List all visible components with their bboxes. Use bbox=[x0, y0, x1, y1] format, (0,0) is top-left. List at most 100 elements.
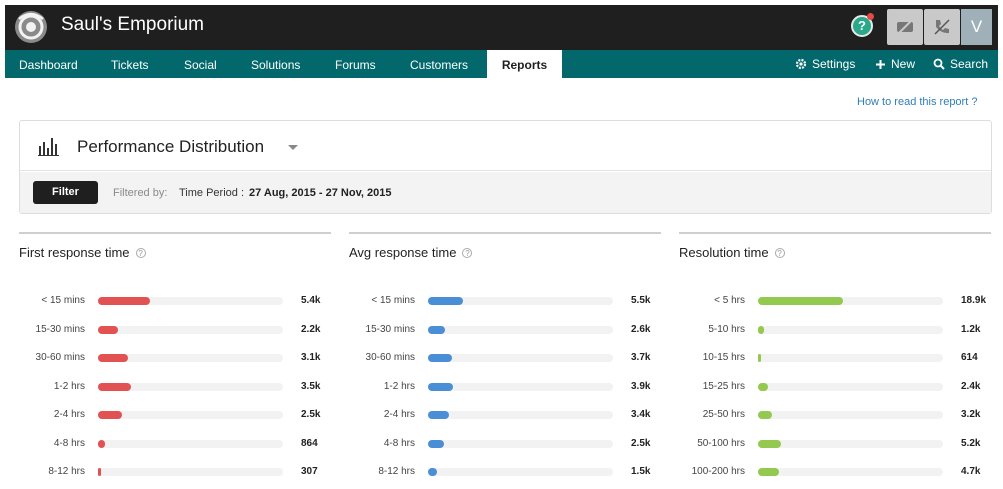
row-label: 1-2 hrs bbox=[383, 380, 415, 392]
plus-icon bbox=[876, 60, 885, 69]
bar-track[interactable] bbox=[428, 382, 613, 391]
tab-reports[interactable]: Reports bbox=[487, 50, 562, 78]
row-value: 1.5k bbox=[631, 466, 651, 477]
row-label: 15-30 mins bbox=[365, 323, 415, 335]
row-value: 3.7k bbox=[631, 352, 651, 363]
row-value: 2.5k bbox=[631, 437, 651, 449]
bar-track[interactable] bbox=[758, 439, 943, 448]
bar-track[interactable] bbox=[758, 325, 943, 334]
row-value: 3.4k bbox=[631, 409, 651, 420]
metric-title: Resolution time? bbox=[679, 245, 785, 260]
row-label: < 5 hrs bbox=[714, 295, 745, 306]
user-avatar[interactable]: V bbox=[961, 9, 992, 45]
bar-fill bbox=[428, 411, 449, 419]
tab-social[interactable]: Social bbox=[184, 50, 217, 78]
metric-row: 4-8 hrs 864 bbox=[19, 438, 331, 450]
row-value: 2.5k bbox=[301, 409, 321, 420]
row-label: 30-60 mins bbox=[365, 352, 415, 363]
metric-row: 50-100 hrs 5.2k bbox=[679, 438, 991, 450]
bar-track[interactable] bbox=[758, 411, 943, 419]
ticket-off-icon bbox=[897, 19, 913, 35]
metric-title-text: First response time bbox=[19, 245, 130, 260]
metric-row: 4-8 hrs 2.5k bbox=[349, 438, 661, 450]
row-value: 2.2k bbox=[301, 323, 321, 335]
row-label: 2-4 hrs bbox=[53, 409, 85, 420]
row-value: 3.1k bbox=[301, 352, 321, 363]
bar-track[interactable] bbox=[428, 297, 613, 305]
first-response-column: First response time? < 15 mins 5.4k 15-30 … bbox=[19, 232, 331, 489]
new-label: New bbox=[891, 57, 916, 71]
row-label: 15-30 mins bbox=[35, 323, 85, 335]
row-value: 2.6k bbox=[631, 323, 651, 335]
tab-dashboard[interactable]: Dashboard bbox=[19, 50, 78, 78]
bar-fill bbox=[98, 411, 122, 419]
metric-row: 25-50 hrs 3.2k bbox=[679, 409, 991, 421]
row-label: 100-200 hrs bbox=[691, 466, 745, 477]
bar-fill bbox=[428, 439, 444, 448]
filter-button[interactable]: Filter bbox=[33, 181, 98, 204]
bar-track[interactable] bbox=[98, 297, 283, 305]
no-ticket-tool-button[interactable] bbox=[887, 9, 923, 45]
settings-label: Settings bbox=[812, 57, 856, 71]
gear-icon bbox=[795, 58, 807, 70]
bar-track[interactable] bbox=[98, 439, 283, 448]
bar-track[interactable] bbox=[758, 382, 943, 391]
settings-button[interactable]: Settings bbox=[795, 50, 855, 78]
bar-fill bbox=[758, 382, 768, 391]
main-nav: Dashboard Tickets Social Solutions Forum… bbox=[5, 50, 998, 78]
row-value: 3.5k bbox=[301, 380, 321, 392]
info-icon[interactable]: ? bbox=[462, 248, 473, 258]
metric-row: 8-12 hrs 307 bbox=[19, 466, 331, 478]
row-label: 50-100 hrs bbox=[697, 437, 745, 449]
brand-logo-icon[interactable] bbox=[13, 9, 49, 45]
bar-track[interactable] bbox=[428, 354, 613, 362]
notification-dot bbox=[867, 13, 874, 20]
bar-fill bbox=[758, 297, 843, 305]
bar-track[interactable] bbox=[98, 411, 283, 419]
bar-track[interactable] bbox=[758, 354, 943, 362]
bar-fill bbox=[98, 382, 131, 391]
tab-tickets[interactable]: Tickets bbox=[111, 50, 149, 78]
search-label: Search bbox=[950, 57, 989, 71]
bar-track[interactable] bbox=[98, 354, 283, 362]
tab-solutions[interactable]: Solutions bbox=[251, 50, 300, 78]
tab-forums[interactable]: Forums bbox=[335, 50, 376, 78]
metric-row: < 5 hrs 18.9k bbox=[679, 295, 991, 307]
bar-track[interactable] bbox=[98, 325, 283, 334]
bar-track[interactable] bbox=[758, 468, 943, 476]
metric-title: First response time? bbox=[19, 245, 146, 260]
filtered-by-label: Filtered by: bbox=[113, 187, 168, 199]
tab-customers[interactable]: Customers bbox=[410, 50, 468, 78]
row-value: 864 bbox=[301, 437, 318, 449]
report-title[interactable]: Performance Distribution bbox=[77, 137, 264, 157]
bar-track[interactable] bbox=[428, 439, 613, 448]
bar-track[interactable] bbox=[428, 468, 613, 476]
new-button[interactable]: New bbox=[875, 50, 915, 78]
bar-track[interactable] bbox=[428, 411, 613, 419]
bar-fill bbox=[98, 354, 128, 362]
metric-row: 1-2 hrs 3.9k bbox=[349, 381, 661, 393]
bar-fill bbox=[758, 468, 779, 476]
row-value: 1.2k bbox=[961, 323, 981, 335]
phone-off-icon bbox=[934, 19, 950, 35]
no-phone-tool-button[interactable] bbox=[924, 9, 960, 45]
bar-track[interactable] bbox=[98, 382, 283, 391]
metric-row: 2-4 hrs 3.4k bbox=[349, 409, 661, 421]
row-label: 4-8 hrs bbox=[53, 437, 85, 449]
info-icon[interactable]: ? bbox=[135, 248, 146, 258]
avg-response-column: Avg response time? < 15 mins 5.5k 15-30 mi… bbox=[349, 232, 661, 489]
row-label: < 15 mins bbox=[41, 295, 85, 306]
bar-track[interactable] bbox=[428, 325, 613, 334]
info-icon[interactable]: ? bbox=[774, 248, 785, 258]
row-label: 1-2 hrs bbox=[53, 380, 85, 392]
bar-track[interactable] bbox=[98, 468, 283, 476]
chevron-down-icon[interactable] bbox=[288, 145, 298, 150]
bar-track[interactable] bbox=[758, 297, 943, 305]
row-label: 8-12 hrs bbox=[378, 466, 415, 477]
resolution-column: Resolution time? < 5 hrs 18.9k 5-10 hrs 1.2… bbox=[679, 232, 991, 489]
report-panel: Performance Distribution Filter Filtered… bbox=[19, 120, 992, 214]
search-icon bbox=[933, 58, 945, 70]
search-button[interactable]: Search bbox=[933, 50, 988, 78]
row-label: 5-10 hrs bbox=[708, 323, 745, 335]
how-to-read-link[interactable]: How to read this report ? bbox=[857, 96, 977, 108]
